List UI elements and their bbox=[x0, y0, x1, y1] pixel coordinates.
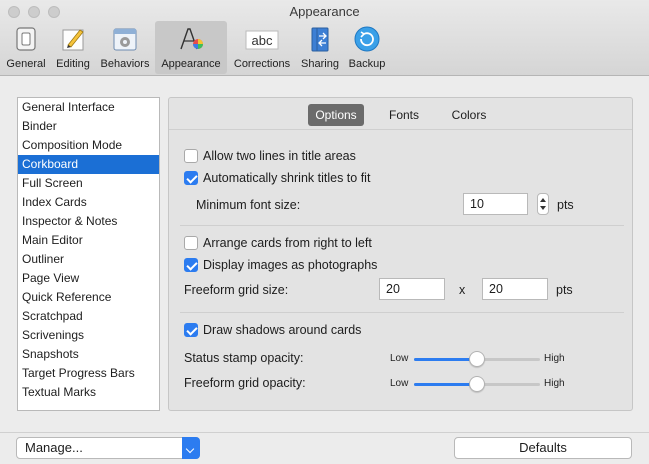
sidebar-item-outliner[interactable]: Outliner bbox=[18, 250, 159, 269]
tab-options[interactable]: Options bbox=[308, 104, 364, 126]
grid-opacity-knob[interactable] bbox=[469, 376, 485, 392]
stamp-opacity-slider[interactable] bbox=[414, 351, 540, 367]
toolbar-backup[interactable]: Backup bbox=[345, 21, 389, 74]
min-font-size-unit: pts bbox=[557, 198, 574, 212]
stamp-opacity-high: High bbox=[544, 353, 565, 364]
separator bbox=[180, 225, 624, 226]
sidebar-item-general-interface[interactable]: General Interface bbox=[18, 98, 159, 117]
min-font-size-field[interactable]: 10 bbox=[463, 193, 528, 215]
stamp-opacity-knob[interactable] bbox=[469, 351, 485, 367]
sidebar-item-snapshots[interactable]: Snapshots bbox=[18, 345, 159, 364]
min-font-size-label: Minimum font size: bbox=[196, 198, 301, 212]
grid-size-unit: pts bbox=[556, 283, 573, 297]
sidebar-item-quick-reference[interactable]: Quick Reference bbox=[18, 288, 159, 307]
toolbar-corrections[interactable]: abc Corrections bbox=[228, 21, 296, 74]
stamp-opacity-low: Low bbox=[390, 353, 409, 364]
sidebar-item-scrivenings[interactable]: Scrivenings bbox=[18, 326, 159, 345]
pencil-icon bbox=[62, 29, 84, 51]
backup-icon bbox=[354, 26, 380, 52]
separator bbox=[180, 312, 624, 313]
draw-shadows-checkbox[interactable] bbox=[184, 323, 198, 337]
toolbar-behaviors[interactable]: Behaviors bbox=[97, 21, 153, 74]
manage-popup[interactable]: Manage... bbox=[16, 437, 200, 459]
allow-two-lines-checkbox[interactable] bbox=[184, 149, 198, 163]
display-photos-label: Display images as photographs bbox=[203, 258, 378, 272]
grid-opacity-high: High bbox=[544, 378, 565, 389]
tab-bar: Options Fonts Colors bbox=[169, 104, 632, 126]
toolbar-general[interactable]: General bbox=[2, 21, 50, 74]
stamp-opacity-label: Status stamp opacity: bbox=[184, 351, 304, 365]
sidebar-item-target-progress-bars[interactable]: Target Progress Bars bbox=[18, 364, 159, 383]
grid-size-separator: x bbox=[459, 283, 466, 297]
allow-two-lines-label: Allow two lines in title areas bbox=[203, 149, 356, 163]
toolbar-appearance[interactable]: Appearance bbox=[155, 21, 227, 74]
title-bar: Appearance General Editing Behaviors App… bbox=[0, 0, 649, 76]
auto-shrink-label: Automatically shrink titles to fit bbox=[203, 171, 371, 185]
toolbar-sharing[interactable]: Sharing bbox=[297, 21, 343, 74]
manage-popup-label: Manage... bbox=[25, 440, 83, 455]
sidebar-item-binder[interactable]: Binder bbox=[18, 117, 159, 136]
chevron-down-icon bbox=[182, 437, 200, 459]
svg-text:abc: abc bbox=[252, 33, 273, 48]
draw-shadows-label: Draw shadows around cards bbox=[203, 323, 362, 337]
options-panel: Options Fonts Colors Allow two lines in … bbox=[168, 97, 633, 411]
grid-size-x-field[interactable]: 20 bbox=[379, 278, 445, 300]
tab-fonts[interactable]: Fonts bbox=[379, 104, 429, 126]
arrange-right-left-label: Arrange cards from right to left bbox=[203, 236, 372, 250]
sidebar-item-full-screen[interactable]: Full Screen bbox=[18, 174, 159, 193]
abc-icon: abc bbox=[245, 30, 279, 50]
stamp-opacity-fill bbox=[414, 358, 477, 361]
sidebar-item-page-view[interactable]: Page View bbox=[18, 269, 159, 288]
grid-opacity-low: Low bbox=[390, 378, 409, 389]
font-color-icon bbox=[180, 28, 203, 50]
min-font-size-stepper[interactable] bbox=[537, 193, 549, 215]
auto-shrink-checkbox[interactable] bbox=[184, 171, 198, 185]
grid-opacity-label: Freeform grid opacity: bbox=[184, 376, 306, 390]
sidebar-item-corkboard[interactable]: Corkboard bbox=[18, 155, 159, 174]
grid-opacity-slider[interactable] bbox=[414, 376, 540, 392]
tab-colors[interactable]: Colors bbox=[443, 104, 495, 126]
sidebar-item-composition-mode[interactable]: Composition Mode bbox=[18, 136, 159, 155]
category-list[interactable]: General Interface Binder Composition Mod… bbox=[17, 97, 160, 411]
display-photos-checkbox[interactable] bbox=[184, 258, 198, 272]
sharing-icon bbox=[311, 27, 329, 52]
sidebar-item-index-cards[interactable]: Index Cards bbox=[18, 193, 159, 212]
arrange-right-left-checkbox[interactable] bbox=[184, 236, 198, 250]
sidebar-item-textual-marks[interactable]: Textual Marks bbox=[18, 383, 159, 402]
grid-size-label: Freeform grid size: bbox=[184, 283, 289, 297]
defaults-button[interactable]: Defaults bbox=[454, 437, 632, 459]
window-title: Appearance bbox=[289, 4, 360, 19]
switch-icon bbox=[16, 27, 36, 51]
gear-icon bbox=[113, 28, 137, 51]
sidebar-item-scratchpad[interactable]: Scratchpad bbox=[18, 307, 159, 326]
toolbar-editing[interactable]: Editing bbox=[51, 21, 95, 74]
sidebar-item-inspector-notes[interactable]: Inspector & Notes bbox=[18, 212, 159, 231]
tab-divider bbox=[169, 129, 632, 130]
sidebar-item-main-editor[interactable]: Main Editor bbox=[18, 231, 159, 250]
grid-opacity-fill bbox=[414, 383, 477, 386]
grid-size-y-field[interactable]: 20 bbox=[482, 278, 548, 300]
